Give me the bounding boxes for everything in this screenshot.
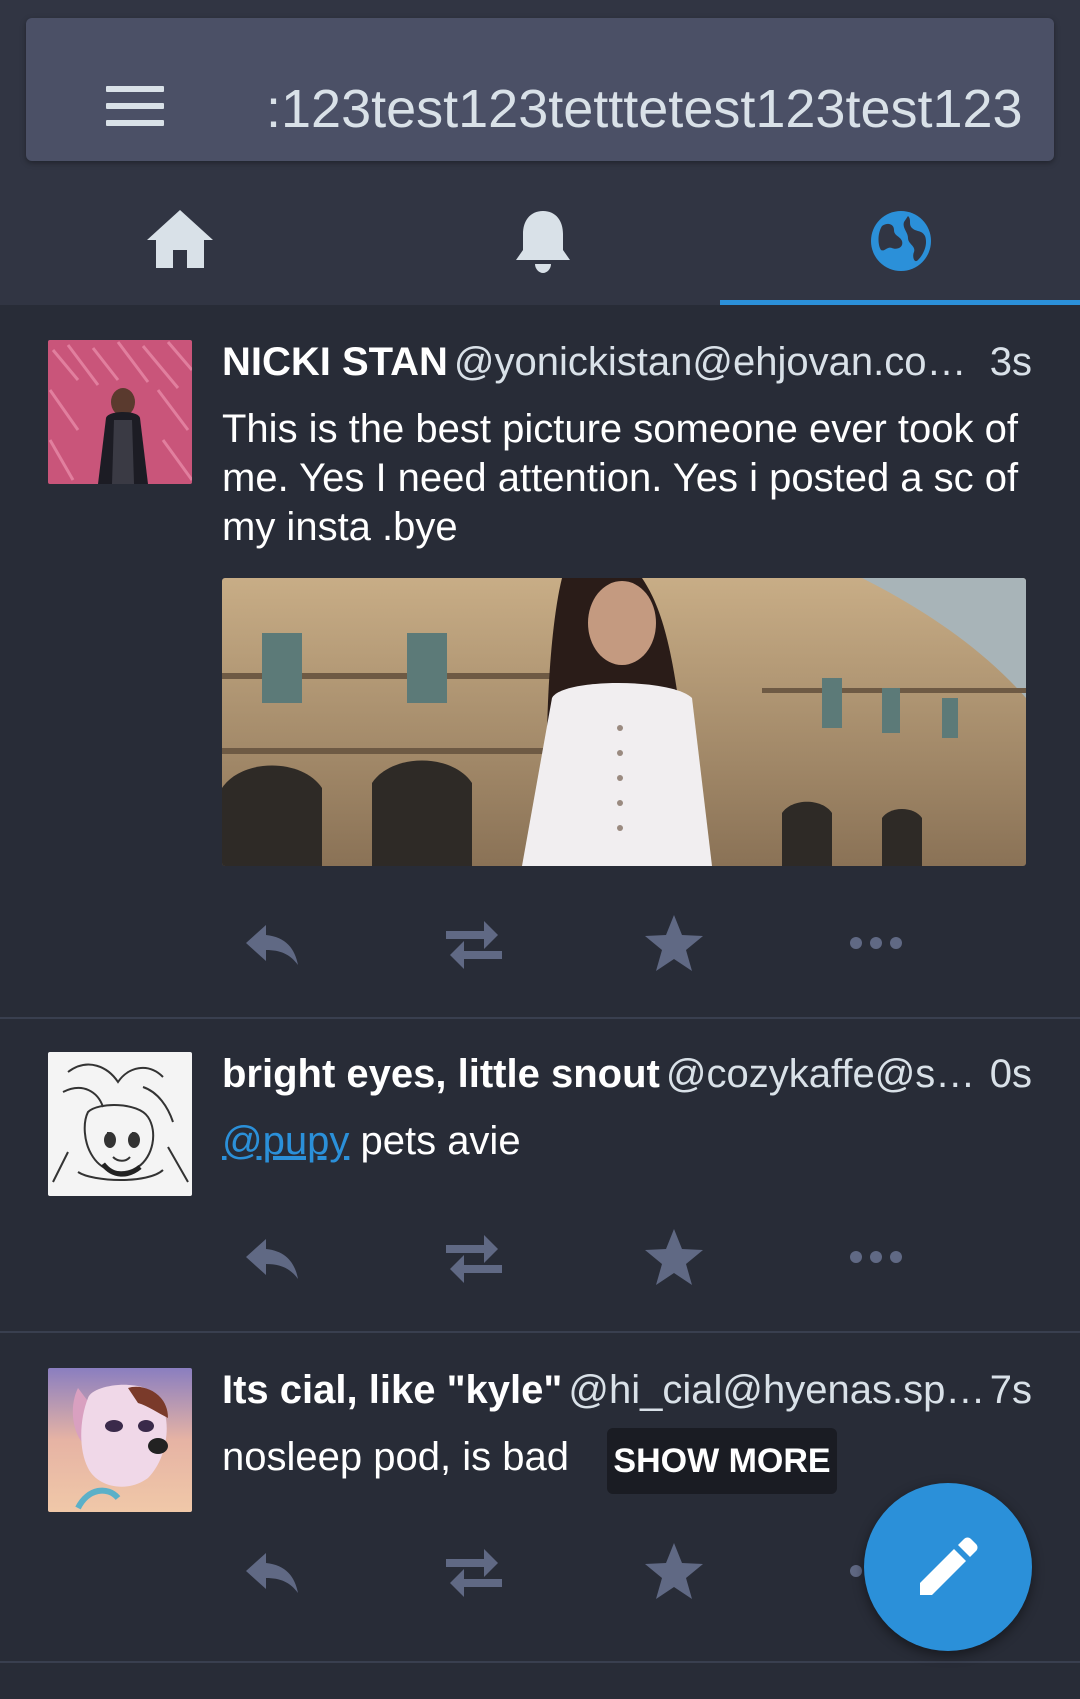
favourite-button[interactable] (634, 1531, 714, 1611)
boost-icon (446, 1235, 502, 1283)
reply-button[interactable] (232, 903, 312, 983)
status-content: This is the best picture someone ever to… (222, 407, 1019, 549)
tab-bar (0, 175, 1080, 305)
more-button[interactable] (836, 903, 916, 983)
boost-icon (446, 1549, 502, 1597)
status-actions (222, 903, 1032, 983)
more-icon (850, 937, 902, 949)
compose-button[interactable] (864, 1483, 1032, 1651)
home-icon (147, 210, 213, 268)
status-item[interactable]: bright eyes, little snout @cozykaffe@s… 0… (0, 1019, 1080, 1333)
avatar[interactable] (48, 1052, 192, 1196)
favourite-button[interactable] (634, 1217, 714, 1297)
bell-icon (516, 211, 570, 273)
show-more-button[interactable]: SHOW MORE (607, 1428, 837, 1494)
tab-notifications[interactable] (360, 175, 720, 305)
status-header: NICKI STAN @yonickistan@ehjovan.co… 3s (222, 337, 1032, 387)
boost-button[interactable] (432, 1217, 512, 1297)
timestamp[interactable]: 0s (990, 1049, 1032, 1099)
reply-button[interactable] (232, 1531, 312, 1611)
search-bar[interactable]: :123test123tetttetest123test123 (26, 18, 1054, 161)
menu-icon[interactable] (106, 86, 164, 126)
media-attachment[interactable] (222, 578, 1026, 866)
tab-home[interactable] (0, 175, 360, 305)
mention-link[interactable]: @pupy (222, 1119, 349, 1163)
favourite-button[interactable] (634, 903, 714, 983)
boost-button[interactable] (432, 1531, 512, 1611)
reply-icon (246, 1239, 298, 1279)
status-item[interactable]: NICKI STAN @yonickistan@ehjovan.co… 3s Th… (0, 305, 1080, 1019)
status-text: pets avie (360, 1119, 521, 1163)
account-handle[interactable]: @cozykaffe@s… (666, 1052, 975, 1096)
pencil-icon (920, 1537, 978, 1595)
status-header: bright eyes, little snout @cozykaffe@s… 0… (222, 1049, 1032, 1099)
avatar[interactable] (48, 1368, 192, 1512)
account-handle[interactable]: @hi_cial@hyenas.sp… (568, 1368, 985, 1412)
timestamp[interactable]: 7s (990, 1365, 1032, 1415)
boost-icon (446, 921, 502, 969)
display-name[interactable]: bright eyes, little snout (222, 1052, 660, 1096)
top-bar: :123test123tetttetest123test123 (0, 0, 1080, 305)
tab-federated[interactable] (720, 175, 1080, 305)
status-header: Its cial, like "kyle" @hi_cial@hyenas.sp…… (222, 1365, 1032, 1415)
boost-button[interactable] (432, 903, 512, 983)
timestamp[interactable]: 3s (990, 337, 1032, 387)
status-spoiler-text: nosleep pod, is bad (222, 1435, 569, 1479)
display-name[interactable]: NICKI STAN (222, 340, 448, 384)
display-name[interactable]: Its cial, like "kyle" (222, 1368, 562, 1412)
reply-icon (246, 925, 298, 965)
favourite-icon (645, 1229, 703, 1285)
favourite-icon (645, 1543, 703, 1599)
status-content: @pupy pets avie (222, 1117, 1032, 1166)
more-icon (850, 1251, 902, 1263)
favourite-icon (645, 915, 703, 971)
status-actions (222, 1217, 1032, 1297)
reply-button[interactable] (232, 1217, 312, 1297)
avatar[interactable] (48, 340, 192, 484)
more-button[interactable] (836, 1217, 916, 1297)
globe-icon (871, 211, 931, 271)
search-input[interactable]: :123test123tetttetest123test123 (266, 74, 1031, 144)
reply-icon (246, 1553, 298, 1593)
account-handle[interactable]: @yonickistan@ehjovan.co… (454, 340, 967, 384)
